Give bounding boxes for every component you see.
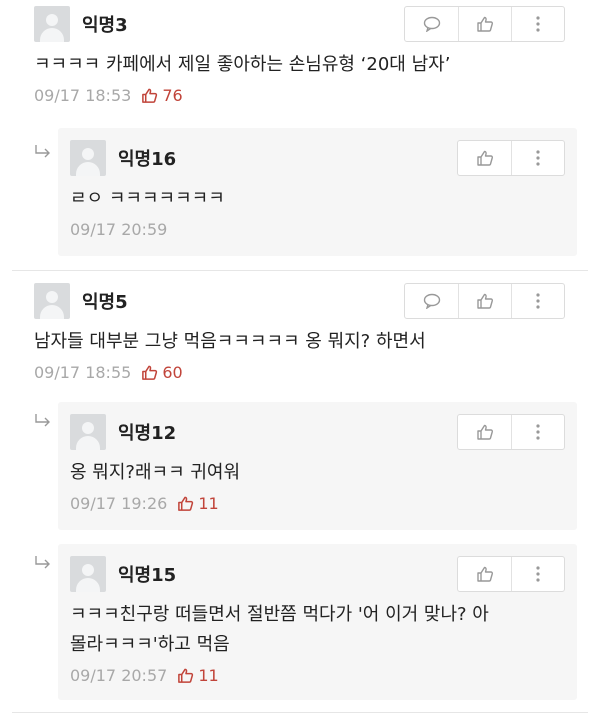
thumbs-up-icon <box>476 150 493 166</box>
reply-meta: 09/17 19:26 11 <box>70 494 565 513</box>
thumbs-up-icon <box>178 496 194 511</box>
reply-author: 익명12 <box>118 423 177 444</box>
reply-author: 익명15 <box>118 565 177 586</box>
like-count-value: 11 <box>198 494 219 513</box>
reply-text: 옹 뭐지?래ㅋㅋ 귀여워 <box>70 462 241 483</box>
like-count-value: 76 <box>162 86 183 105</box>
like-count: 11 <box>177 494 219 513</box>
thumbs-up-icon <box>178 668 194 683</box>
thumbs-up-icon <box>476 566 493 582</box>
comment-actions <box>404 283 565 319</box>
like-button[interactable] <box>458 141 511 175</box>
thumbs-up-icon <box>477 293 494 309</box>
thumbs-up-icon <box>476 424 493 440</box>
reply-actions <box>457 414 565 450</box>
comment-time: 09/17 18:55 <box>34 363 132 382</box>
comment-author: 익명5 <box>82 292 128 313</box>
comment-item: 익명3 ㅋㅋㅋㅋ 카페에서 제일 좋아하는 손님유형 ‘20대 남자’ 09/1… <box>0 6 600 116</box>
avatar <box>34 6 70 42</box>
vertical-dots-icon <box>536 293 540 309</box>
reply-meta: 09/17 20:57 11 <box>70 666 565 685</box>
reply-actions <box>457 140 565 176</box>
thumbs-up-icon <box>142 88 158 103</box>
more-button[interactable] <box>511 7 564 41</box>
like-button[interactable] <box>458 415 511 449</box>
reply-item: 익명16 ㄹㅇ ㅋㅋㅋㅋㅋㅋㅋ 09/17 20:59 <box>58 128 577 256</box>
reply-text-line: ㅋㅋㅋ친구랑 떠들면서 절반쯤 먹다가 '어 이거 맞나? 아 <box>70 604 489 625</box>
more-button[interactable] <box>511 415 564 449</box>
reply-time: 09/17 19:26 <box>70 494 168 513</box>
comment-author: 익명3 <box>82 15 128 36</box>
avatar <box>70 140 106 176</box>
more-button[interactable] <box>511 141 564 175</box>
like-button[interactable] <box>458 7 511 41</box>
speech-bubble-icon <box>423 16 440 32</box>
reply-author: 익명16 <box>118 149 177 170</box>
avatar <box>34 283 70 319</box>
reply-arrow-icon <box>35 145 50 158</box>
reply-arrow-icon <box>35 556 50 569</box>
like-button[interactable] <box>458 284 511 318</box>
like-count: 11 <box>177 666 219 685</box>
reply-item: 익명12 옹 뭐지?래ㅋㅋ 귀여워 09/17 19:26 11 <box>58 402 577 530</box>
like-button[interactable] <box>458 557 511 591</box>
reply-text: ㅋㅋㅋ친구랑 떠들면서 절반쯤 먹다가 '어 이거 맞나? 아 몰라ㅋㅋㅋ'하고… <box>70 600 565 660</box>
comment-meta: 09/17 18:53 76 <box>34 86 566 105</box>
vertical-dots-icon <box>536 150 540 166</box>
like-count-value: 60 <box>162 363 183 382</box>
comment-meta: 09/17 18:55 60 <box>34 363 566 382</box>
like-count-value: 11 <box>198 666 219 685</box>
reply-arrow-icon <box>35 414 50 427</box>
divider <box>12 712 588 713</box>
reply-text: ㄹㅇ ㅋㅋㅋㅋㅋㅋㅋ <box>70 188 225 209</box>
more-button[interactable] <box>511 557 564 591</box>
vertical-dots-icon <box>536 16 540 32</box>
comment-text: 남자들 대부분 그냥 먹음ㅋㅋㅋㅋㅋ 옹 뭐지? 하면서 <box>34 331 426 352</box>
avatar <box>70 414 106 450</box>
like-count: 60 <box>141 363 183 382</box>
comment-actions <box>404 6 565 42</box>
reply-item: 익명15 ㅋㅋㅋ친구랑 떠들면서 절반쯤 먹다가 '어 이거 맞나? 아 몰라ㅋ… <box>58 544 577 700</box>
comment-text: ㅋㅋㅋㅋ 카페에서 제일 좋아하는 손님유형 ‘20대 남자’ <box>34 54 451 75</box>
comment-item: 익명5 남자들 대부분 그냥 먹음ㅋㅋㅋㅋㅋ 옹 뭐지? 하면서 09/17 1… <box>0 283 600 393</box>
speech-bubble-icon <box>423 293 440 309</box>
like-count: 76 <box>141 86 183 105</box>
reply-text-line: 몰라ㅋㅋㅋ'하고 먹음 <box>70 634 230 655</box>
more-button[interactable] <box>511 284 564 318</box>
thumbs-up-icon <box>142 365 158 380</box>
reply-time: 09/17 20:57 <box>70 666 168 685</box>
reply-actions <box>457 556 565 592</box>
divider <box>12 270 588 271</box>
thumbs-up-icon <box>477 16 494 32</box>
comment-time: 09/17 18:53 <box>34 86 132 105</box>
reply-time: 09/17 20:59 <box>70 220 168 239</box>
reply-meta: 09/17 20:59 <box>70 220 565 239</box>
vertical-dots-icon <box>536 424 540 440</box>
reply-button[interactable] <box>405 284 458 318</box>
vertical-dots-icon <box>536 566 540 582</box>
reply-button[interactable] <box>405 7 458 41</box>
avatar <box>70 556 106 592</box>
